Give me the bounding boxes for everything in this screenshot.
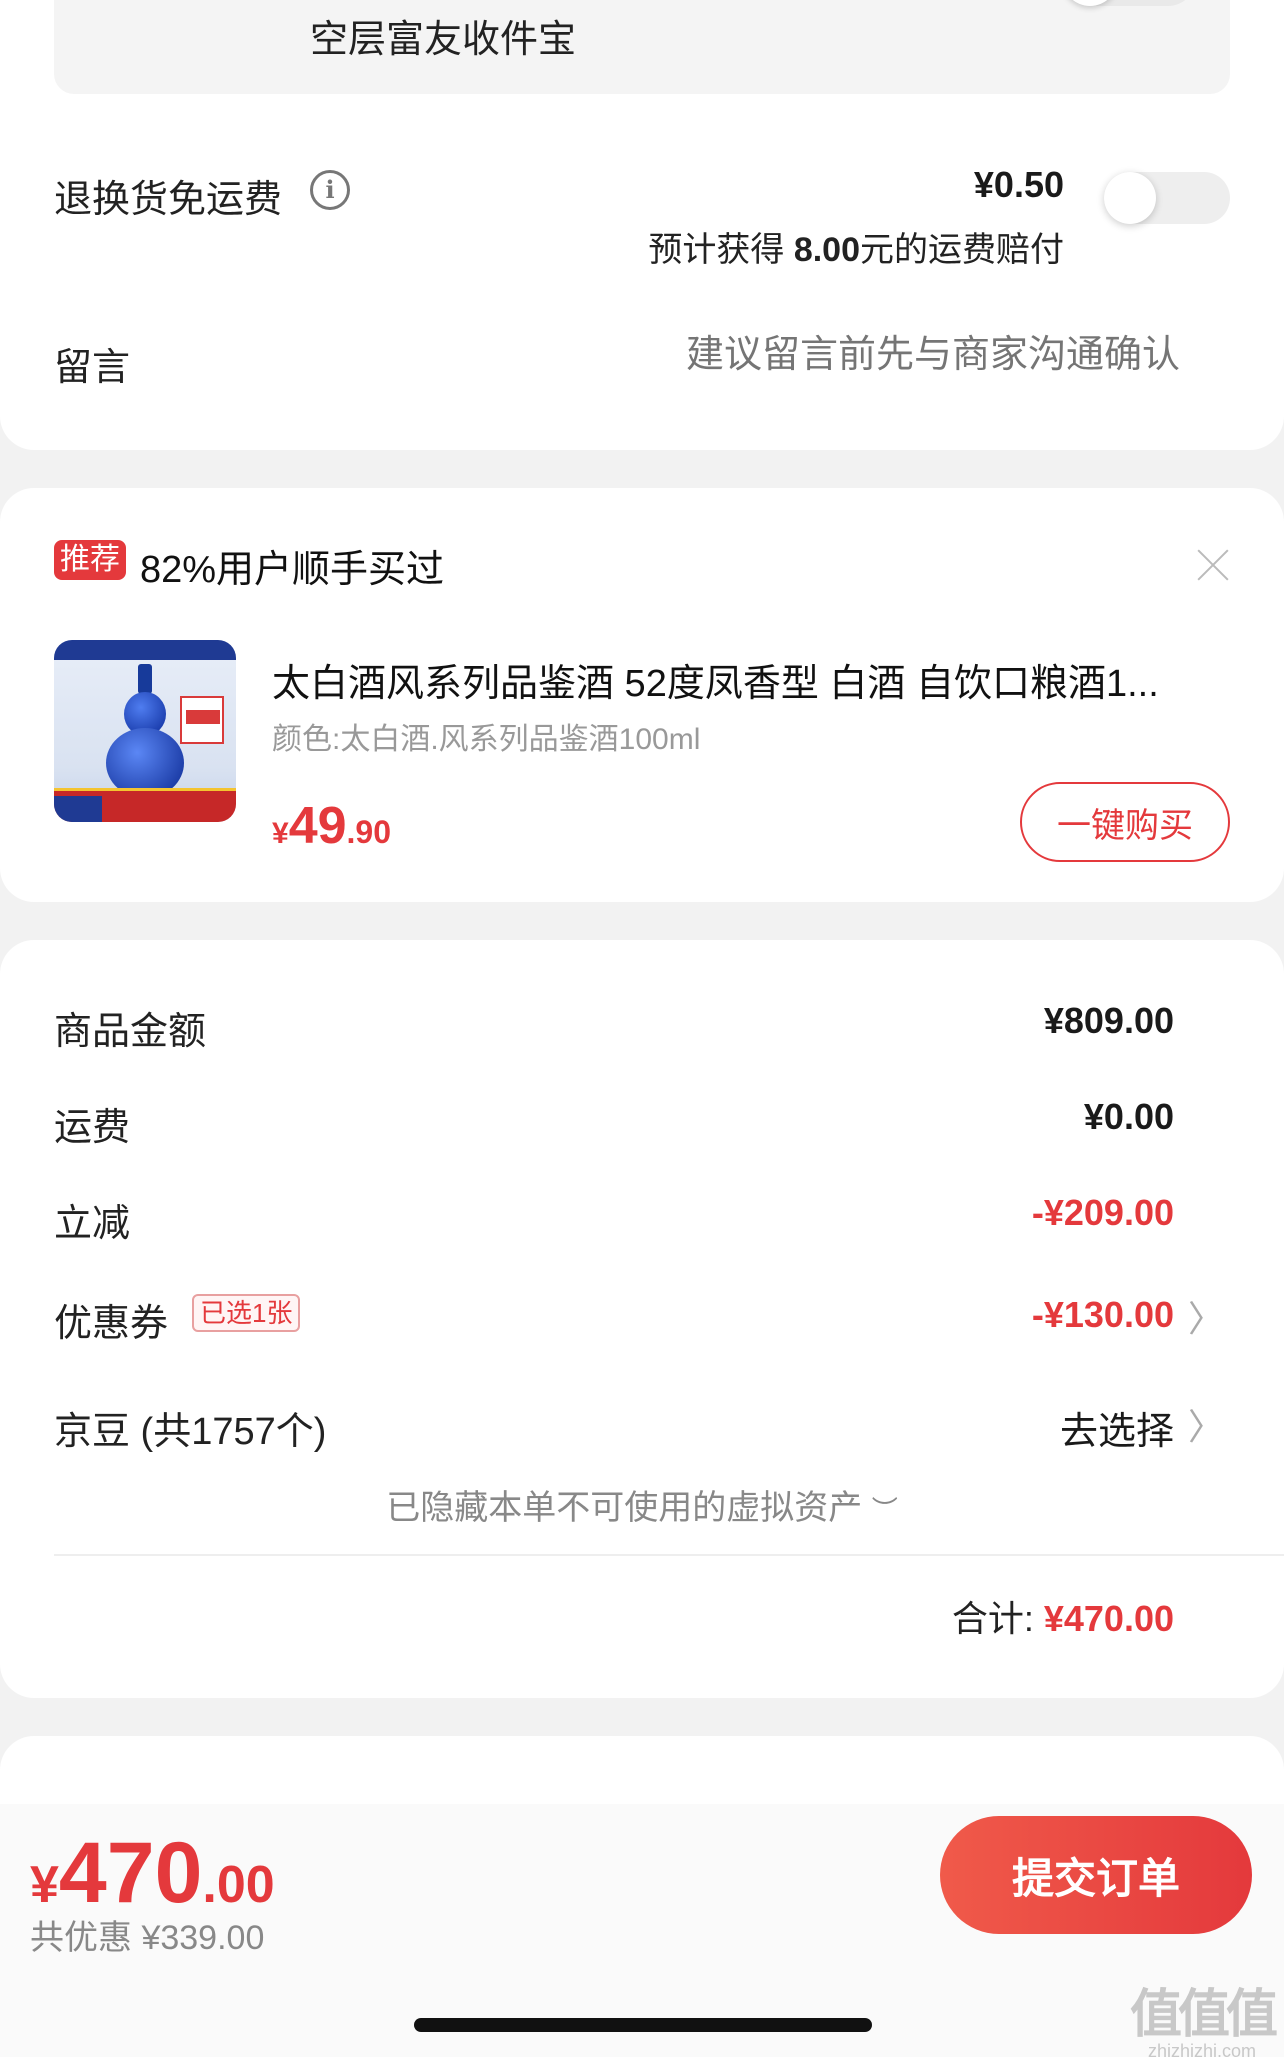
price-currency: ¥ bbox=[272, 817, 289, 850]
chevron-right-icon[interactable]: 〉 bbox=[1188, 1290, 1224, 1342]
info-icon[interactable]: i bbox=[310, 170, 350, 210]
divider bbox=[54, 1554, 1284, 1556]
jd-beans-action[interactable]: 去选择 bbox=[1060, 1400, 1174, 1455]
product-spec: 颜色:太白酒.风系列品鉴酒100ml bbox=[272, 723, 701, 756]
goods-amount-label: 商品金额 bbox=[54, 1011, 207, 1053]
pickup-address-text: 空层富友收件宝 bbox=[310, 19, 577, 61]
recommend-title: 82%用户顺手买过 bbox=[140, 549, 445, 591]
pickup-toggle[interactable] bbox=[1062, 0, 1196, 6]
total-value: ¥470.00 bbox=[1043, 1598, 1174, 1639]
instant-discount-value: -¥209.00 bbox=[1031, 1192, 1174, 1233]
goods-amount-value: ¥809.00 bbox=[1043, 1000, 1174, 1041]
price-badge-graphic bbox=[180, 696, 224, 744]
total-discount[interactable]: 共优惠 ¥339.00 bbox=[30, 1910, 264, 1959]
recommendation-card: 推荐 82%用户顺手买过 太白酒风系列品鉴酒 52度凤香型 白酒 自饮口粮酒1.… bbox=[0, 488, 1284, 902]
one-click-buy-button[interactable]: 一键购买 bbox=[1020, 782, 1230, 862]
coupon-label[interactable]: 优惠券 bbox=[54, 1292, 168, 1347]
pay-currency: ¥ bbox=[30, 1856, 59, 1914]
price-integer: 49 bbox=[288, 797, 347, 855]
shipping-value: ¥0.00 bbox=[1083, 1096, 1174, 1137]
product-price: ¥49.90 bbox=[272, 796, 391, 856]
product-image[interactable] bbox=[54, 640, 236, 822]
chevron-down-icon: ︶ bbox=[871, 1495, 898, 1525]
price-decimal: .90 bbox=[346, 814, 392, 850]
return-freight-price: ¥0.50 bbox=[973, 164, 1064, 205]
jd-beans-label[interactable]: 京豆 (共1757个) bbox=[54, 1400, 326, 1455]
return-freight-toggle[interactable] bbox=[1104, 172, 1230, 224]
toggle-knob bbox=[1104, 172, 1156, 224]
promo-ribbon-blue bbox=[54, 796, 102, 822]
chevron-right-icon[interactable]: 〉 bbox=[1188, 1398, 1224, 1450]
toggle-knob bbox=[1062, 0, 1118, 6]
pickup-address-box[interactable]: 空层富友收件宝 bbox=[54, 0, 1230, 94]
note-input[interactable] bbox=[480, 334, 1180, 377]
total-label: 合计: bbox=[951, 1598, 1034, 1639]
delivery-options-card: 空层富友收件宝 退换货免运费 i ¥0.50 预计获得 8.00元的运费赔付 留… bbox=[0, 0, 1284, 450]
bottle-neck bbox=[138, 664, 152, 694]
hidden-assets-toggle[interactable]: 已隐藏本单不可使用的虚拟资产 ︶ bbox=[0, 1480, 1284, 1529]
hidden-assets-text: 已隐藏本单不可使用的虚拟资产 bbox=[386, 1489, 863, 1527]
pay-integer: 470 bbox=[58, 1825, 203, 1921]
coupon-value[interactable]: -¥130.00 bbox=[1032, 1294, 1174, 1336]
order-summary-card: 商品金额 ¥809.00 运费 ¥0.00 立减 -¥209.00 优惠券 已选… bbox=[0, 940, 1284, 1698]
shipping-label: 运费 bbox=[54, 1107, 131, 1149]
image-top-banner bbox=[54, 640, 236, 660]
freight-desc-amount: 8.00 bbox=[793, 231, 860, 269]
pay-decimal: .00 bbox=[202, 1856, 275, 1914]
return-freight-label: 退换货免运费 bbox=[54, 179, 283, 221]
home-indicator[interactable] bbox=[414, 2018, 872, 2032]
coupon-selected-badge: 已选1张 bbox=[192, 1294, 301, 1332]
watermark-logo: 值值值 zhizhizhi.com bbox=[1129, 1986, 1278, 2057]
recommend-tag: 推荐 bbox=[54, 540, 126, 580]
note-label: 留言 bbox=[54, 347, 131, 389]
instant-discount-label: 立减 bbox=[54, 1203, 131, 1245]
return-freight-description: 预计获得 8.00元的运费赔付 bbox=[648, 222, 1064, 271]
freight-desc-prefix: 预计获得 bbox=[648, 231, 785, 269]
payable-amount: ¥470.00 bbox=[30, 1824, 275, 1923]
close-icon[interactable] bbox=[1196, 548, 1230, 582]
freight-desc-suffix: 元的运费赔付 bbox=[860, 231, 1064, 269]
submit-order-button[interactable]: 提交订单 bbox=[940, 1816, 1252, 1934]
product-name[interactable]: 太白酒风系列品鉴酒 52度凤香型 白酒 自饮口粮酒1... bbox=[272, 652, 1212, 707]
order-total: 合计: ¥470.00 bbox=[952, 1590, 1174, 1642]
checkout-bar: ¥470.00 共优惠 ¥339.00 提交订单 值值值 zhizhizhi.c… bbox=[0, 1804, 1284, 2057]
